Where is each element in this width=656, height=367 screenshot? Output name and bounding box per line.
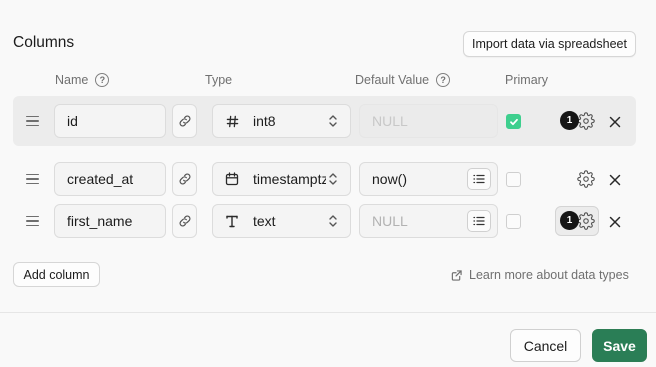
learn-more-link[interactable]: Learn more about data types (451, 268, 629, 282)
foreign-key-button[interactable] (172, 204, 197, 238)
column-name-input[interactable]: first_name (54, 204, 166, 238)
list-icon (473, 174, 485, 184)
calendar-icon (225, 172, 239, 186)
external-link-icon (451, 269, 462, 281)
gear-icon[interactable] (577, 112, 595, 130)
remove-column-button[interactable] (609, 173, 621, 186)
link-icon (179, 173, 190, 185)
column-row: first_name text NULL 1 (13, 196, 636, 246)
gear-icon[interactable] (577, 212, 595, 230)
foreign-key-button[interactable] (172, 104, 197, 138)
link-icon (179, 215, 190, 227)
column-header-default: Default Value ? (355, 73, 451, 87)
default-value-suggestions-button[interactable] (467, 210, 491, 232)
chevron-updown-icon (329, 173, 337, 185)
add-column-button[interactable]: Add column (13, 262, 100, 287)
close-icon (609, 216, 621, 228)
column-type-select[interactable]: timestamptz (212, 162, 351, 196)
learn-more-label: Learn more about data types (469, 268, 629, 282)
hash-icon (225, 115, 239, 128)
default-value-text: NULL (372, 213, 408, 229)
column-type-select[interactable]: text (212, 204, 351, 238)
column-name-input[interactable]: id (54, 104, 166, 138)
list-icon (473, 216, 485, 226)
remove-column-button[interactable] (609, 215, 621, 228)
default-value-suggestions-button[interactable] (467, 168, 491, 190)
text-icon (225, 214, 239, 228)
column-type-select[interactable]: int8 (212, 104, 351, 138)
remove-column-button[interactable] (609, 115, 621, 128)
column-name-input[interactable]: created_at (54, 162, 166, 196)
column-header-name: Name ? (55, 73, 110, 87)
column-header-type-label: Type (205, 73, 233, 87)
default-value-input[interactable]: now() (359, 162, 498, 196)
column-type-label: text (253, 213, 276, 229)
default-value-text: NULL (372, 113, 408, 129)
drag-handle-icon[interactable] (26, 216, 39, 226)
primary-key-checkbox[interactable] (506, 172, 521, 187)
gear-icon[interactable] (577, 170, 595, 188)
column-header-type: Type (205, 73, 232, 87)
primary-key-checkbox[interactable] (506, 114, 521, 129)
primary-key-checkbox[interactable] (506, 214, 521, 229)
default-value-text: now() (372, 171, 408, 187)
column-header-primary: Primary (505, 73, 548, 87)
check-icon (509, 118, 518, 125)
default-value-input: NULL (359, 104, 498, 138)
import-spreadsheet-button[interactable]: Import data via spreadsheet (463, 31, 636, 57)
foreign-key-button[interactable] (172, 162, 197, 196)
column-type-label: int8 (253, 113, 276, 129)
column-header-primary-label: Primary (505, 73, 549, 87)
save-button[interactable]: Save (592, 329, 647, 362)
cancel-button[interactable]: Cancel (510, 329, 581, 362)
footer-divider (0, 312, 656, 313)
column-type-label: timestamptz (253, 171, 326, 187)
chevron-updown-icon (329, 115, 337, 127)
drag-handle-icon[interactable] (26, 174, 39, 184)
link-icon (179, 115, 190, 127)
column-header-name-label: Name (55, 73, 89, 87)
notification-badge: 1 (560, 211, 579, 230)
help-icon[interactable]: ? (95, 73, 110, 87)
help-icon[interactable]: ? (436, 73, 451, 87)
chevron-updown-icon (329, 215, 337, 227)
default-value-input[interactable]: NULL (359, 204, 498, 238)
close-icon (609, 174, 621, 186)
column-header-default-label: Default Value (355, 73, 430, 87)
columns-title: Columns (13, 34, 75, 51)
notification-badge: 1 (560, 111, 579, 130)
column-row: id int8 NULL 1 (13, 96, 636, 146)
drag-handle-icon[interactable] (26, 116, 39, 126)
close-icon (609, 116, 621, 128)
